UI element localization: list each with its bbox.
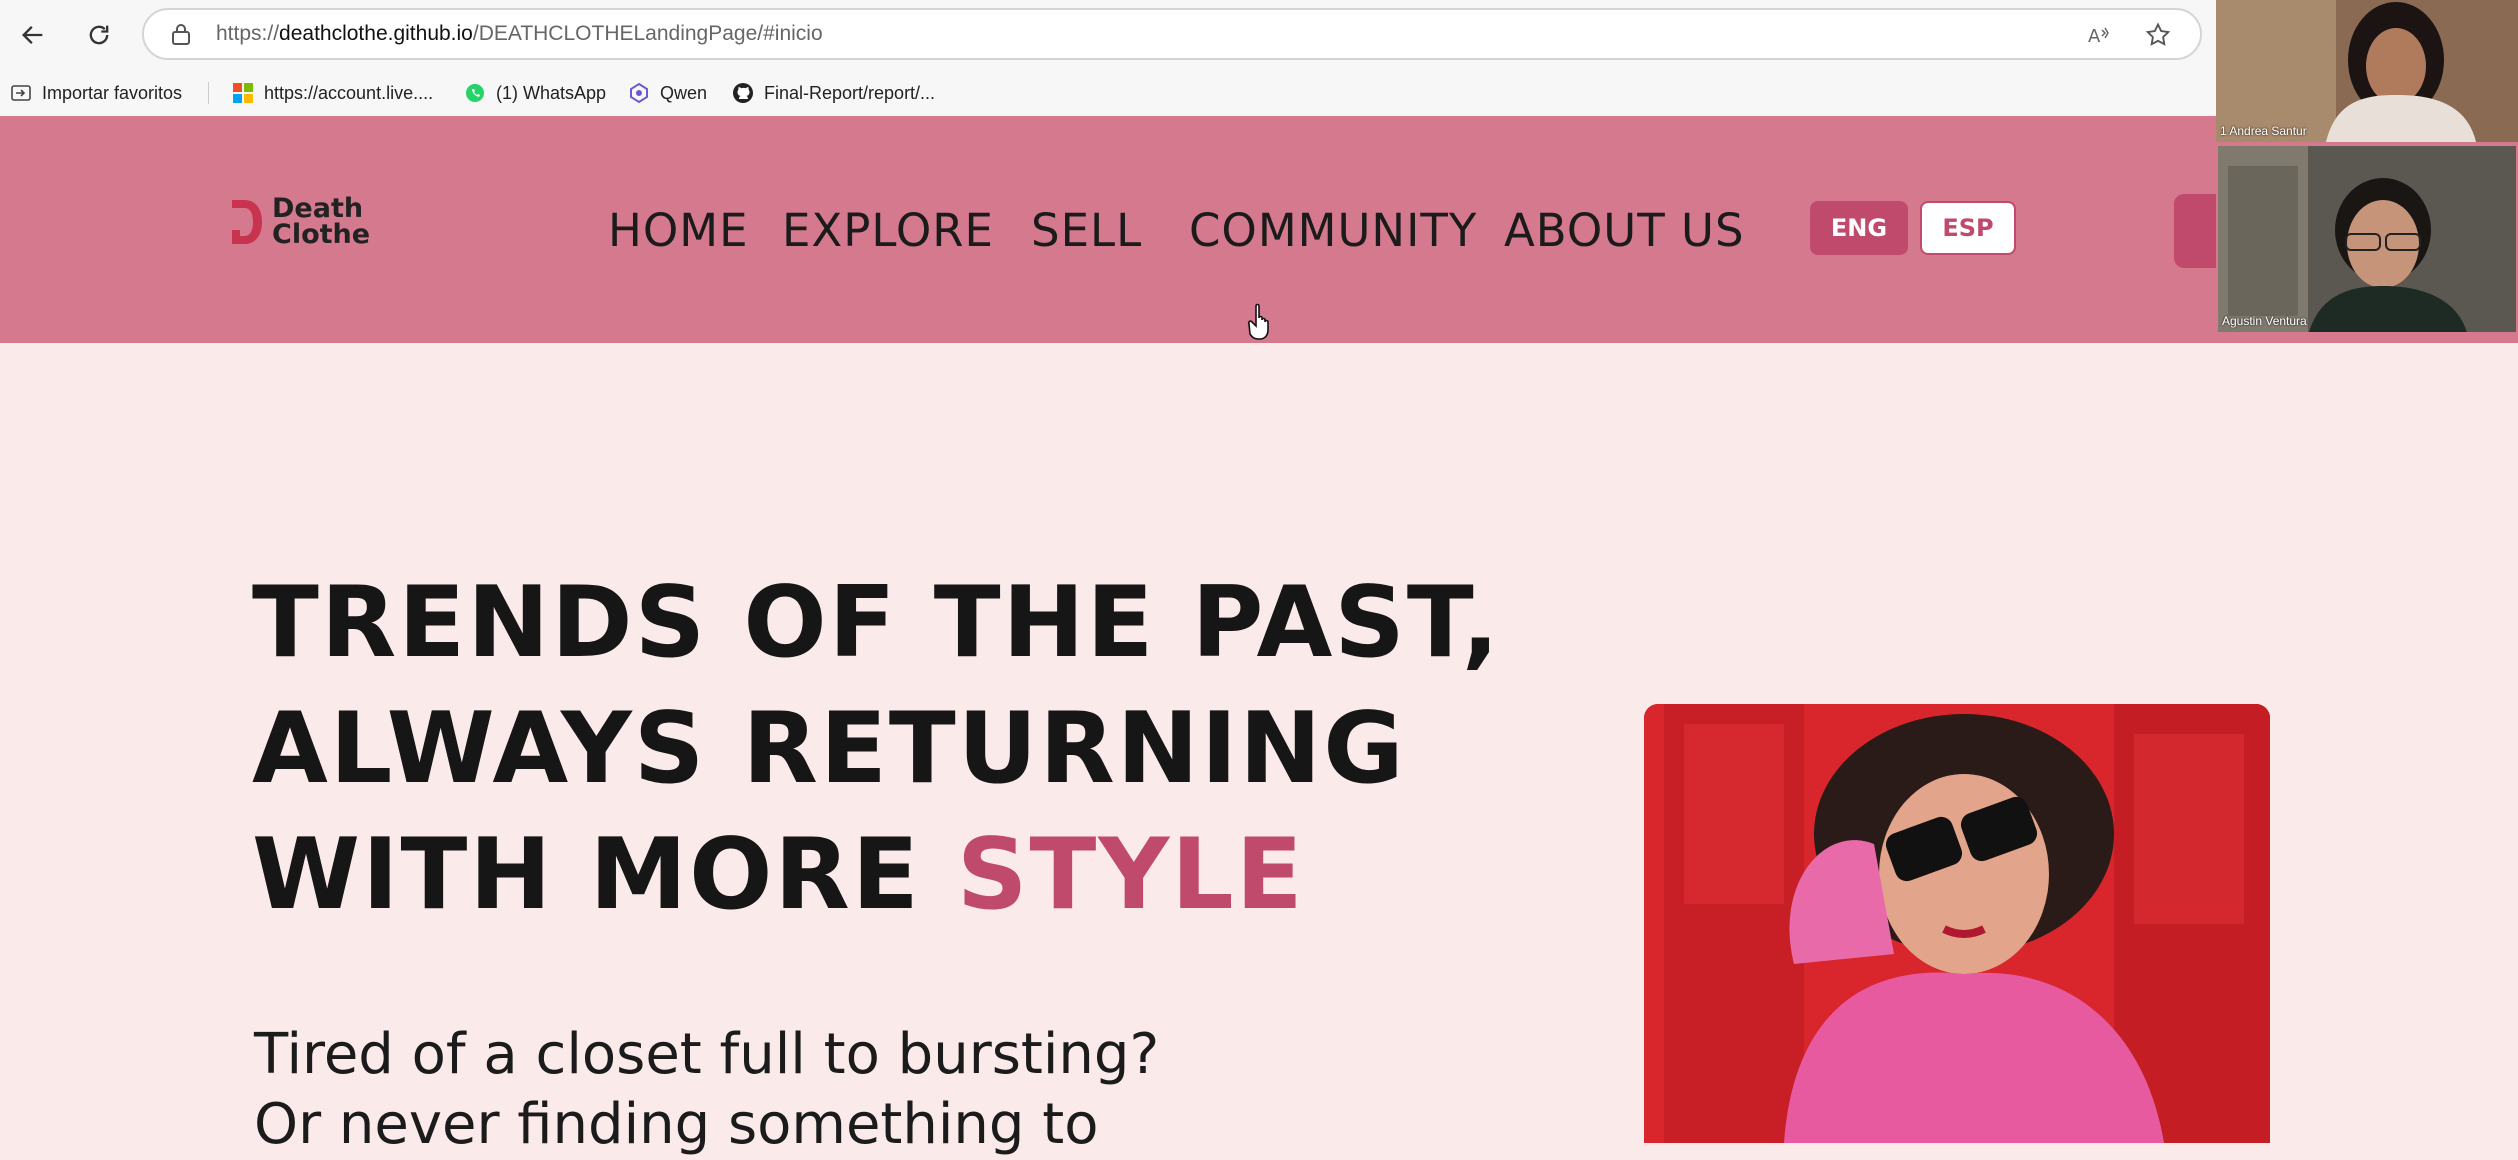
address-bar[interactable]: https://deathclothe.github.io/DEATHCLOTH… <box>142 8 2202 60</box>
nav-about-us[interactable]: ABOUT US <box>1504 204 1745 257</box>
lock-icon <box>172 24 190 45</box>
back-button[interactable] <box>12 14 54 56</box>
arrow-left-icon <box>22 26 43 44</box>
participant-name: Agustin Ventura <box>2222 314 2307 328</box>
participant-video <box>2216 0 2518 142</box>
whatsapp-icon <box>466 84 484 102</box>
participant-name: 1 Andrea Santur <box>2220 124 2307 138</box>
video-tile-participant1[interactable]: 1 Andrea Santur <box>2216 0 2518 142</box>
browser-chrome: https://deathclothe.github.io/DEATHCLOTH… <box>0 0 2518 116</box>
participant-video <box>2218 146 2516 332</box>
hand-pointer-cursor-icon <box>1247 303 1269 340</box>
bookmark-account-live[interactable]: https://account.live.... <box>232 78 433 108</box>
reload-icon <box>89 25 109 45</box>
logo-d-mark-icon <box>232 200 262 244</box>
star-favorite-icon[interactable] <box>2144 21 2172 49</box>
hero-title-line: ALWAYS RETURNING <box>252 692 1406 806</box>
reload-button[interactable] <box>78 14 120 56</box>
nav-community[interactable]: COMMUNITY <box>1189 204 1477 257</box>
hero-title-line: TRENDS OF THE PAST, <box>252 566 1501 680</box>
video-tile-participant2[interactable]: Agustin Ventura <box>2216 144 2518 334</box>
read-aloud-icon[interactable]: A <box>2086 22 2112 48</box>
language-eng-button[interactable]: ENG <box>1810 201 1908 255</box>
github-icon <box>733 83 753 103</box>
address-row: https://deathclothe.github.io/DEATHCLOTH… <box>0 0 2216 70</box>
hero-title-line: WITH MORE STYLE <box>252 818 1305 932</box>
bookmark-whatsapp[interactable]: (1) WhatsApp <box>464 78 606 108</box>
language-esp-button[interactable]: ESP <box>1920 201 2016 255</box>
hero-title-accent: STYLE <box>956 818 1305 932</box>
bookmark-import-favorites[interactable]: Importar favoritos <box>10 78 182 108</box>
bookmark-label: Importar favoritos <box>42 82 183 103</box>
bookmark-qwen[interactable]: Qwen <box>628 78 707 108</box>
hero-title: TRENDS OF THE PAST, ALWAYS RETURNING WIT… <box>252 560 1501 938</box>
bookmark-label: https://account.live.... <box>264 82 434 103</box>
bookmark-label: Qwen <box>660 82 708 103</box>
logo-text: Death Clothe <box>272 193 371 250</box>
nav-sell[interactable]: SELL <box>1031 204 1142 257</box>
bookmarks-bar: Importar favoritos https://account.live.… <box>0 70 2216 116</box>
import-favorites-icon <box>11 85 31 101</box>
site-logo[interactable]: Death Clothe <box>226 193 371 250</box>
nav-explore[interactable]: EXPLORE <box>782 204 994 257</box>
microsoft-logo-icon <box>233 83 253 103</box>
hero-subtitle: Tired of a closet full to bursting? Or n… <box>254 1020 1159 1160</box>
bookmark-label: (1) WhatsApp <box>496 82 607 103</box>
svg-text:A: A <box>2088 26 2101 47</box>
hero-model-photo <box>1644 704 2270 1143</box>
qwen-icon <box>630 82 648 104</box>
bookmark-label: Final-Report/report/... <box>764 82 936 103</box>
url-text: https://deathclothe.github.io/DEATHCLOTH… <box>216 22 823 45</box>
bookmark-github-report[interactable]: Final-Report/report/... <box>732 78 935 108</box>
nav-home[interactable]: HOME <box>608 204 749 257</box>
hero-subtitle-line: Or never finding something to <box>254 1092 1099 1157</box>
bookmark-separator <box>208 82 209 104</box>
hero-subtitle-line: Tired of a closet full to bursting? <box>254 1022 1160 1087</box>
